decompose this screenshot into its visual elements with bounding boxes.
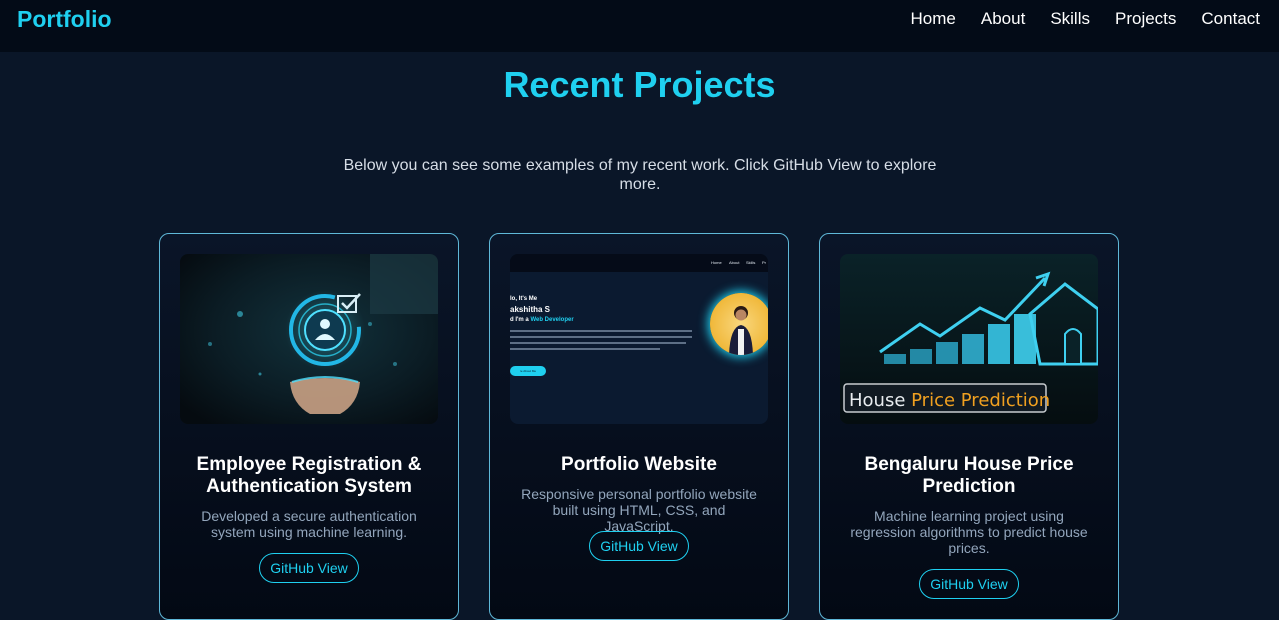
project-description: Responsive personal portfolio website bu… — [521, 486, 757, 534]
nav-projects-link[interactable]: Projects — [1115, 9, 1176, 29]
project-title: Bengaluru House Price Prediction — [864, 454, 1074, 497]
logo[interactable]: Portfolio — [17, 6, 112, 33]
navbar: Portfolio Home About Skills Projects Con… — [0, 0, 1279, 52]
nav-links: Home About Skills Projects Contact — [911, 9, 1260, 29]
preview-text-line — [510, 342, 686, 344]
preview-hello: lo, It's Me — [510, 296, 538, 302]
project-card-portfolio-website: Home About Skills Pr lo, It's Me akshith… — [489, 233, 789, 620]
project-card-house-price: House Price Prediction Bengaluru House P… — [819, 233, 1119, 620]
github-view-button[interactable]: GitHub View — [919, 569, 1019, 599]
nav-home-link[interactable]: Home — [911, 9, 956, 29]
preview-text-line — [510, 336, 692, 338]
github-view-button[interactable]: GitHub View — [259, 553, 359, 583]
project-card-employee-registration: Employee Registration & Authentication S… — [159, 233, 459, 620]
preview-nav-item: Skills — [746, 260, 756, 265]
project-cards: Employee Registration & Authentication S… — [159, 233, 1119, 620]
preview-text-line — [510, 330, 692, 332]
portfolio-screenshot-image: Home About Skills Pr lo, It's Me akshith… — [510, 254, 768, 424]
house-price-chart-image: House Price Prediction — [840, 254, 1098, 424]
preview-nav-item: Home — [711, 260, 722, 265]
preview-name: akshitha S — [510, 305, 551, 314]
user-authentication-image — [180, 254, 438, 424]
nav-skills-link[interactable]: Skills — [1050, 9, 1090, 29]
project-description: Developed a secure authentication system… — [201, 508, 417, 540]
preview-navbar: Home About Skills Pr — [510, 254, 768, 272]
github-view-button[interactable]: GitHub View — [589, 531, 689, 561]
section-description: Below you can see some examples of my re… — [343, 157, 937, 193]
preview-nav-item: About — [729, 260, 740, 265]
project-description: Machine learning project using regressio… — [850, 508, 1088, 556]
project-title: Employee Registration & Authentication S… — [196, 454, 422, 497]
preview-body: lo, It's Me akshitha S d I'm a Web Devel… — [510, 272, 768, 424]
nav-about-link[interactable]: About — [981, 9, 1025, 29]
preview-role: d I'm a Web Developer — [510, 317, 574, 323]
preview-button: re About Me — [510, 366, 546, 376]
section-title: Recent Projects — [503, 64, 776, 105]
preview-avatar — [710, 293, 768, 355]
svg-text:House Price Prediction: House Price Prediction — [849, 390, 1050, 411]
nav-contact-link[interactable]: Contact — [1201, 9, 1260, 29]
project-title: Portfolio Website — [561, 454, 717, 475]
preview-nav-item: Pr — [762, 260, 766, 265]
preview-text-line — [510, 348, 660, 350]
